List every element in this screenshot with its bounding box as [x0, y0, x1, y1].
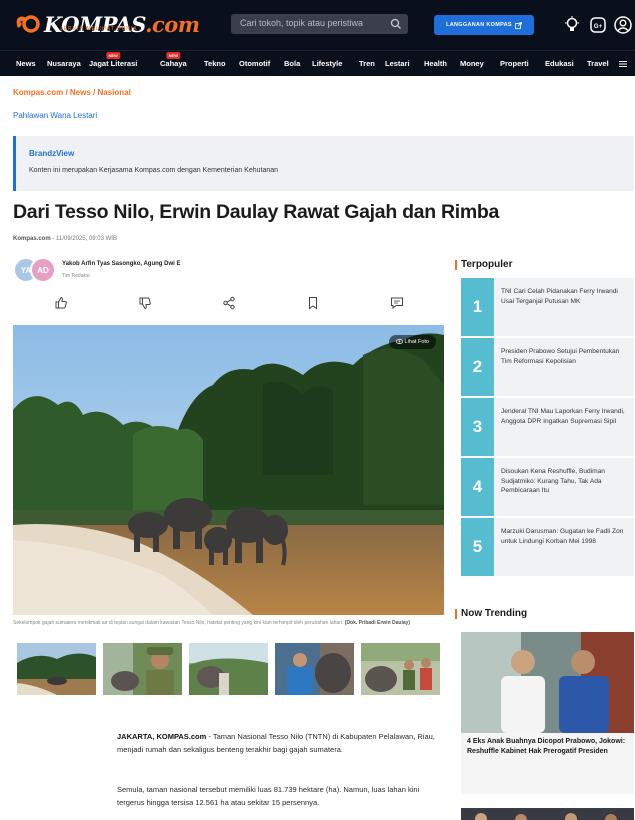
- nav-item-tekno[interactable]: Tekno: [204, 59, 226, 68]
- article-paragraph: Semula, taman nasional tersebut memiliki…: [117, 785, 420, 807]
- search-input[interactable]: Cari tokoh, topik atau peristiwa: [231, 14, 408, 34]
- nav-item-lestari[interactable]: Lestari: [385, 59, 410, 68]
- popular-item[interactable]: 2 Presiden Prabowo Setujui Pembentukan T…: [461, 338, 634, 396]
- dislike-icon[interactable]: [138, 296, 152, 310]
- eye-icon: [395, 339, 403, 344]
- nav-item-properti[interactable]: Properti: [500, 59, 529, 68]
- popular-rank: 2: [461, 338, 494, 396]
- nav-item-lifestyle[interactable]: Lifestyle: [312, 59, 342, 68]
- popular-item[interactable]: 3 Jenderal TNI Mau Laporkan Ferry Irwand…: [461, 398, 634, 456]
- gallery-thumbnail[interactable]: [361, 643, 440, 695]
- gallery-thumbnail[interactable]: [17, 643, 96, 695]
- gallery-thumbnail[interactable]: [189, 643, 268, 695]
- popular-item[interactable]: 4 Disoukan Kena Reshuffle, Budiman Sudja…: [461, 458, 634, 516]
- share-icon[interactable]: [222, 296, 236, 310]
- popular-headline[interactable]: Disoukan Kena Reshuffle, Budiman Sudjatm…: [501, 467, 631, 496]
- popular-headline[interactable]: Marzuki Darusman: Gugatan ke Fadli Zon u…: [501, 527, 631, 546]
- breadcrumb[interactable]: Kompas.com / News / Nasional: [13, 88, 131, 97]
- svg-text:G+: G+: [594, 24, 603, 30]
- popular-rank: 4: [461, 458, 494, 516]
- brandz-title: BrandzView: [29, 149, 75, 158]
- author-role: Tim Redaksi: [62, 273, 90, 279]
- brandz-notice: BrandzView Konten ini merupakan Kerjasam…: [13, 136, 634, 191]
- comment-icon[interactable]: [390, 296, 404, 310]
- article-meta: Kompas.com - 11/09/2025, 09:03 WIB: [13, 236, 117, 242]
- hero-photo[interactable]: Lihat Foto: [13, 325, 444, 615]
- trending-photo: [461, 809, 634, 820]
- bookmark-icon[interactable]: [306, 296, 320, 310]
- main-nav: News Nusaraya Jagat Literasi NEW Cahaya NE…: [0, 50, 635, 76]
- subscribe-button[interactable]: LANGGANAN KOMPAS: [434, 15, 534, 35]
- thumbnail-image: [275, 643, 354, 695]
- nav-item-news[interactable]: News: [16, 59, 36, 68]
- lightbulb-icon[interactable]: [562, 15, 582, 35]
- trending-image[interactable]: [461, 632, 634, 733]
- elephants-river-photo: [13, 325, 444, 615]
- author-names[interactable]: Yakob Arfin Tyas Sasongko, Agung Dwi E: [62, 261, 180, 267]
- thumbnail-image: [361, 643, 440, 695]
- top-header: KOMPAS.com JERNIH MELIHAT DUNIA Cari tok…: [0, 0, 635, 50]
- new-badge: NEW: [106, 52, 120, 59]
- gallery-thumbnail[interactable]: [103, 643, 182, 695]
- popular-headline[interactable]: Jenderal TNI Mau Laporkan Ferry Irwandi,…: [501, 407, 631, 426]
- trending-headline[interactable]: 4 Eks Anak Buahnya Dicopot Prabowo, Joko…: [467, 737, 629, 757]
- trending-card[interactable]: 4 Eks Anak Buahnya Dicopot Prabowo, Joko…: [461, 632, 634, 794]
- topic-tag[interactable]: Pahlawan Wana Lestari: [13, 111, 97, 120]
- external-link-icon: [515, 21, 522, 29]
- menu-icon[interactable]: [619, 60, 627, 68]
- avatar[interactable]: AD: [30, 257, 56, 283]
- nav-item-money[interactable]: Money: [460, 59, 484, 68]
- nav-item-nusaraya[interactable]: Nusaraya: [47, 59, 81, 68]
- kompas-logo-icon: [16, 15, 40, 33]
- popular-title: Terpopuler: [454, 259, 513, 270]
- trending-photo: [461, 632, 634, 733]
- thumbnail-image: [17, 643, 96, 695]
- popular-item[interactable]: 1 TNI Cari Celah Pidanakan Ferry Irwandi…: [461, 278, 634, 336]
- gallery-thumbnail[interactable]: [275, 643, 354, 695]
- popular-item[interactable]: 5 Marzuki Darusman: Gugatan ke Fadli Zon…: [461, 518, 634, 576]
- trending-title: Now Trending: [454, 608, 528, 619]
- article-paragraph: JAKARTA, KOMPAS.com - Taman Nasional Tes…: [117, 732, 435, 754]
- kompas-logo[interactable]: KOMPAS.com: [14, 10, 200, 38]
- popular-headline[interactable]: Presiden Prabowo Setujui Pembentukan Tim…: [501, 347, 631, 366]
- nav-item-bola[interactable]: Bola: [284, 59, 300, 68]
- popular-headline[interactable]: TNI Cari Celah Pidanakan Ferry Irwandi U…: [501, 287, 631, 306]
- view-photo-button[interactable]: Lihat Foto: [388, 335, 436, 349]
- article-title: Dari Tesso Nilo, Erwin Daulay Rawat Gaja…: [13, 201, 500, 223]
- nav-item-jagat-literasi[interactable]: Jagat Literasi NEW: [89, 52, 137, 68]
- brandz-text: Konten ini merupakan Kerjasama Kompas.co…: [29, 167, 279, 174]
- search-icon[interactable]: [390, 18, 402, 30]
- nav-item-otomotif[interactable]: Otomotif: [239, 59, 270, 68]
- popular-rank: 1: [461, 278, 494, 336]
- popular-rank: 3: [461, 398, 494, 456]
- like-icon[interactable]: [54, 296, 68, 310]
- nav-item-travel[interactable]: Travel: [587, 59, 609, 68]
- badge-icon[interactable]: G+: [588, 15, 608, 35]
- nav-item-tren[interactable]: Tren: [359, 59, 375, 68]
- photo-caption: Sekelompok gajah sumatera menikmati air …: [13, 620, 411, 626]
- popular-rank: 5: [461, 518, 494, 576]
- search-placeholder: Cari tokoh, topik atau peristiwa: [240, 18, 364, 28]
- nav-item-edukasi[interactable]: Edukasi: [545, 59, 574, 68]
- nav-item-cahaya[interactable]: Cahaya NEW: [160, 52, 187, 68]
- thumbnail-image: [189, 643, 268, 695]
- logo-wordmark: KOMPAS.com: [44, 11, 200, 37]
- user-icon[interactable]: [613, 15, 633, 35]
- trending-card-next[interactable]: [461, 808, 634, 820]
- thumbnail-image: [103, 643, 182, 695]
- logo-tagline: JERNIH MELIHAT DUNIA: [60, 26, 138, 32]
- nav-item-health[interactable]: Health: [424, 59, 447, 68]
- new-badge: NEW: [166, 52, 181, 59]
